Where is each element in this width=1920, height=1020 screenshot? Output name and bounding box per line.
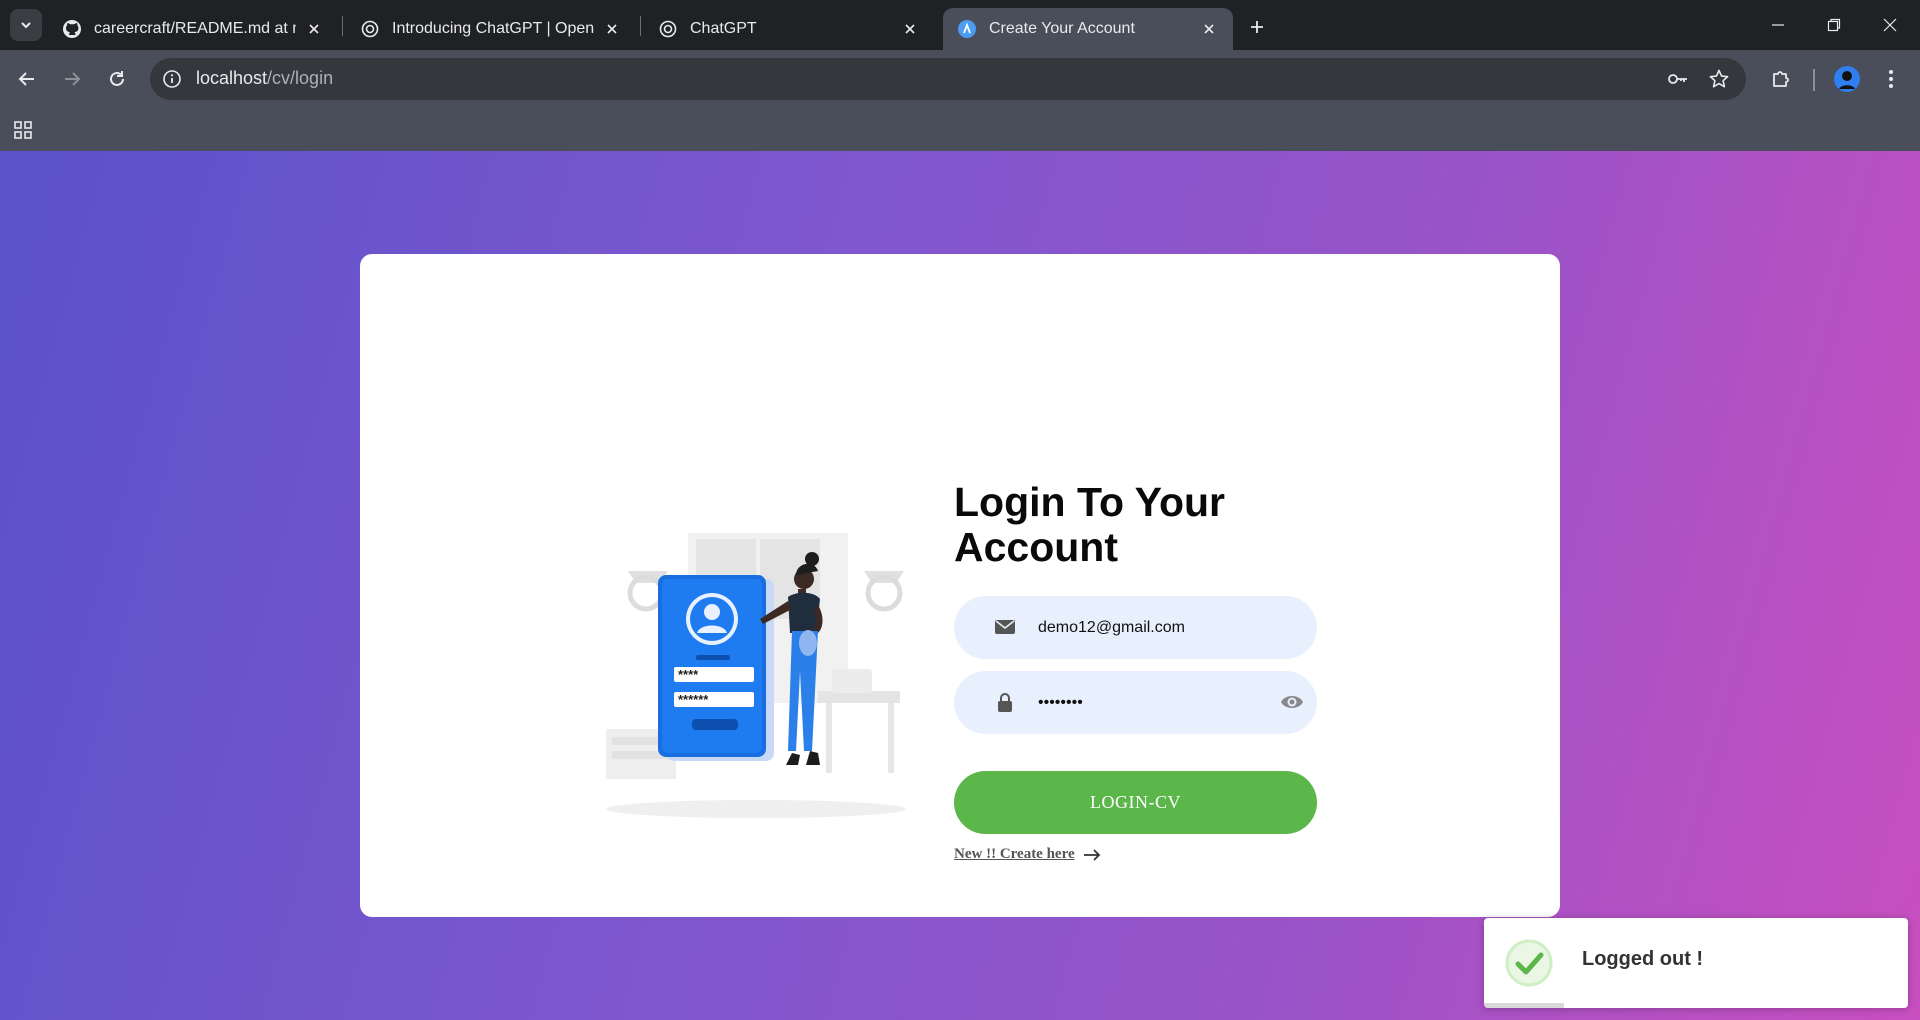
pin-long-text: ****** [678,692,709,707]
arrow-right-icon [65,72,81,86]
window-close-button[interactable] [1870,8,1910,42]
github-icon [62,19,82,39]
toast-message: Logged out ! [1582,948,1704,970]
extensions-button[interactable] [1763,61,1799,97]
envelope-icon [994,616,1016,638]
tab-create-your-account[interactable]: Create Your Account [943,8,1233,50]
tab-chatgpt[interactable]: ChatGPT [644,8,934,50]
site-info-icon[interactable] [160,67,184,91]
eye-icon[interactable] [1280,691,1304,713]
back-button[interactable] [9,61,45,97]
tab-separator [640,16,641,36]
arrow-right-icon [1083,848,1101,861]
create-account-link-text: New !! Create here [954,846,1075,862]
more-vertical-icon [1889,70,1893,88]
tab-title: ChatGPT [690,20,757,37]
close-icon[interactable] [602,19,622,39]
address-bar[interactable]: localhost/cv/login [150,58,1746,100]
reload-icon [110,71,124,86]
plus-icon [1251,21,1263,33]
password-input[interactable] [1038,671,1268,734]
password-field[interactable] [954,671,1317,734]
toolbar-divider [1813,69,1815,91]
check-circle-icon [1504,938,1554,988]
logout-toast: Logged out ! [1484,918,1908,1008]
restore-button[interactable] [1814,8,1854,42]
toast-progress-bar [1484,1003,1564,1008]
browser-toolbar: localhost/cv/login [0,50,1920,108]
minimize-button[interactable] [1758,8,1798,42]
email-field[interactable] [954,596,1317,659]
new-tab-button[interactable] [1243,13,1271,41]
menu-button[interactable] [1873,61,1909,97]
create-account-link[interactable]: New !! Create here [954,846,1101,863]
url-text: localhost/cv/login [196,68,333,89]
tab-search-button[interactable] [10,9,42,41]
url-host: localhost [196,68,268,88]
tab-separator [342,16,343,36]
arrow-left-icon [18,72,34,86]
page-viewport: **** ****** Login To Your Account demo12… [0,151,1920,1020]
close-icon[interactable] [1199,19,1219,39]
openai-icon [658,19,678,39]
chevron-down-icon [21,22,31,29]
avatar-icon [1834,66,1860,92]
profile-button[interactable] [1829,61,1865,97]
openai-icon [360,19,380,39]
puzzle-icon [1773,71,1789,87]
close-icon[interactable] [900,19,920,39]
bookmark-star-icon[interactable] [1707,67,1731,91]
apps-grid-icon [14,121,32,139]
bookmarks-bar [0,108,1920,151]
tab-introducing-chatgpt[interactable]: Introducing ChatGPT | OpenAI [346,8,636,50]
tab-title: careercraft/README.md at main [94,20,296,37]
close-icon[interactable] [304,19,324,39]
tab-strip: careercraft/README.md at main Introducin… [0,0,1920,50]
tab-title: Introducing ChatGPT | OpenAI [392,20,594,37]
tab-title: Create Your Account [989,20,1135,37]
minimize-icon [1772,24,1784,26]
site-favicon-icon [957,19,977,39]
forward-button[interactable] [54,61,90,97]
apps-button[interactable] [10,117,36,143]
restore-icon [1827,18,1841,32]
tab-github-readme[interactable]: careercraft/README.md at main [48,8,338,50]
login-illustration: **** ****** [588,519,924,841]
email-input[interactable] [1038,596,1268,659]
page-title: Login To Your Account [954,479,1226,570]
password-key-icon[interactable] [1666,67,1690,91]
login-button[interactable]: LOGIN-CV [954,771,1317,834]
url-path: /cv/login [267,68,334,88]
reload-button[interactable] [99,61,135,97]
close-icon [1883,18,1897,32]
pin-short-text: **** [678,667,699,682]
lock-icon [994,691,1016,713]
